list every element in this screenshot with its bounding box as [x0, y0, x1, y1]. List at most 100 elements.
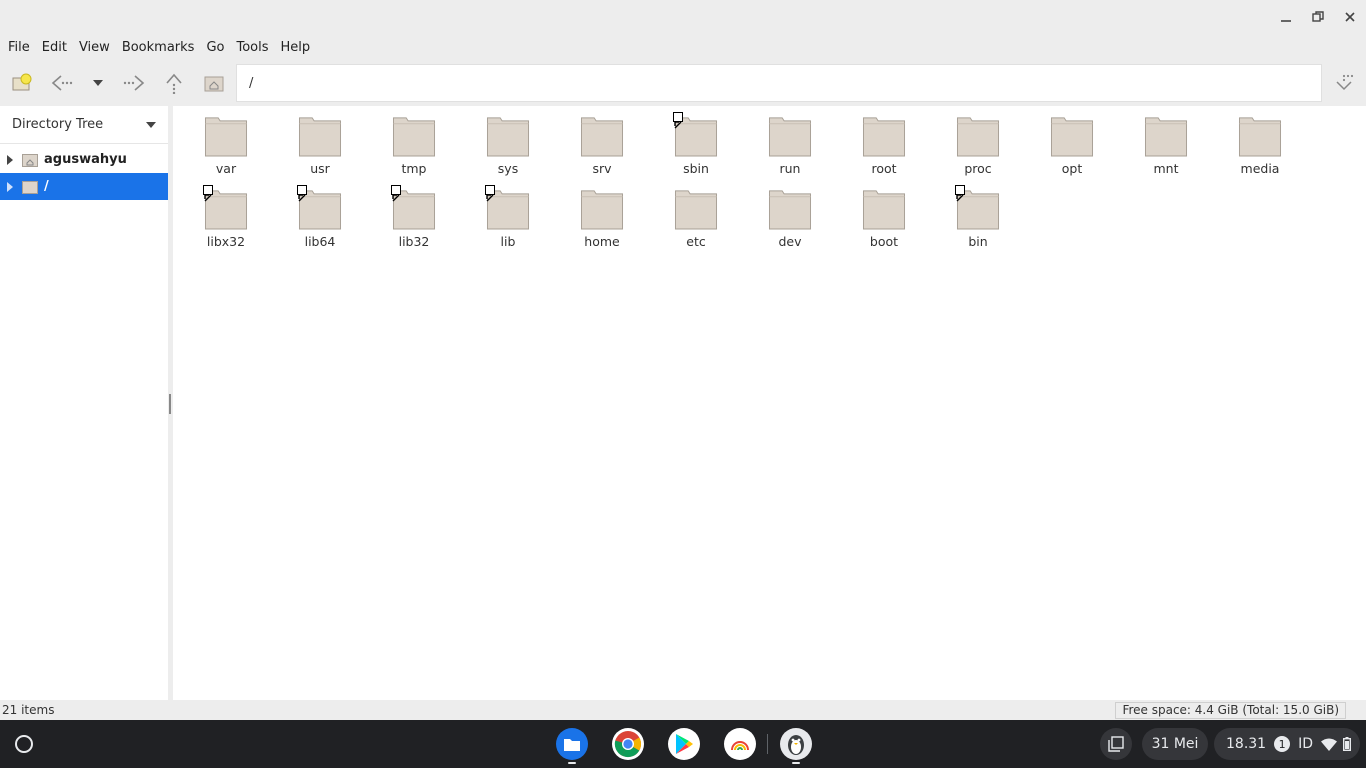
folder-item[interactable]: home [555, 179, 649, 249]
launcher-circle-icon [15, 735, 33, 753]
back-button[interactable] [47, 69, 75, 97]
up-button[interactable] [160, 69, 188, 97]
running-indicator [568, 762, 576, 764]
symlink-badge-icon [391, 185, 401, 202]
minimize-icon [1281, 20, 1291, 22]
menu-file[interactable]: File [2, 40, 36, 55]
folder-item[interactable]: dev [743, 179, 837, 249]
sidebar: Directory Tree aguswahyu / [0, 106, 168, 700]
folder-item[interactable]: media [1213, 106, 1307, 176]
menu-bookmarks[interactable]: Bookmarks [116, 40, 201, 55]
forward-arrow-icon [123, 75, 145, 91]
folder-item[interactable]: bin [931, 179, 1025, 249]
folder-item[interactable]: run [743, 106, 837, 176]
penguin-icon [788, 735, 804, 755]
shelf: 31 Mei 18.31 1 ID [0, 720, 1366, 768]
folder-icon [1144, 117, 1188, 157]
folder-icon [1238, 117, 1282, 157]
path-input[interactable]: / [236, 64, 1322, 102]
folder-name: lib [500, 234, 516, 249]
menu-edit[interactable]: Edit [36, 40, 73, 55]
sidebar-mode-selector[interactable]: Directory Tree [0, 106, 168, 144]
folder-item[interactable]: proc [931, 106, 1025, 176]
files-app[interactable] [556, 728, 588, 764]
folder-name: proc [964, 161, 992, 176]
free-space: Free space: 4.4 GiB (Total: 15.0 GiB) [1115, 702, 1346, 719]
expand-arrow-icon[interactable] [4, 154, 16, 166]
home-folder-icon [204, 76, 224, 92]
menu-tools[interactable]: Tools [230, 40, 274, 55]
holding-space-button[interactable] [1100, 728, 1132, 760]
input-method: ID [1298, 736, 1314, 752]
folder-name: tmp [401, 161, 427, 176]
minimize-button[interactable] [1274, 6, 1298, 28]
play-store-app[interactable] [668, 728, 700, 760]
launcher-button[interactable] [10, 730, 38, 758]
gallery-app[interactable] [724, 728, 756, 760]
symlink-badge-icon [297, 185, 307, 202]
folder-name: root [871, 161, 897, 176]
folder-item[interactable]: usr [273, 106, 367, 176]
folder-item[interactable]: etc [649, 179, 743, 249]
menu-go[interactable]: Go [200, 40, 230, 55]
folder-item[interactable]: sys [461, 106, 555, 176]
path-text: / [249, 75, 254, 91]
chevron-down-icon [93, 80, 103, 86]
folder-icon [22, 180, 38, 194]
folder-icon [674, 190, 718, 230]
status-tray[interactable]: 18.31 1 ID [1214, 728, 1360, 760]
expand-arrow-icon[interactable] [4, 181, 16, 193]
tree-item-label: / [44, 179, 49, 194]
symlink-badge-icon [673, 112, 683, 129]
forward-button[interactable] [120, 69, 148, 97]
time-text: 18.31 [1226, 736, 1267, 752]
folder-item[interactable]: lib64 [273, 179, 367, 249]
folder-item[interactable]: boot [837, 179, 931, 249]
home-button[interactable] [200, 69, 228, 97]
folder-item[interactable]: var [179, 106, 273, 176]
folder-item[interactable]: opt [1025, 106, 1119, 176]
folder-name: run [779, 161, 801, 176]
tree-item-home[interactable]: aguswahyu [0, 146, 168, 173]
folder-name: home [584, 234, 620, 249]
date-tray[interactable]: 31 Mei [1142, 728, 1208, 760]
folder-icon [956, 117, 1000, 157]
play-store-icon [676, 734, 693, 754]
tree-item-root[interactable]: / [0, 173, 168, 200]
new-window-button[interactable] [8, 69, 36, 97]
folder-item[interactable]: srv [555, 106, 649, 176]
folder-item[interactable]: root [837, 106, 931, 176]
history-dropdown-button[interactable] [84, 69, 112, 97]
folder-name: sbin [683, 161, 709, 176]
folder-icon [580, 190, 624, 230]
folder-name: opt [1061, 161, 1083, 176]
folder-name: bin [968, 234, 988, 249]
files-app-icon [564, 739, 580, 751]
sidebar-title: Directory Tree [12, 117, 104, 132]
menu-bar: File Edit View Bookmarks Go Tools Help [0, 34, 1366, 60]
folder-item[interactable]: tmp [367, 106, 461, 176]
folder-item[interactable]: lib32 [367, 179, 461, 249]
folder-item[interactable]: sbin [649, 106, 743, 176]
go-button[interactable] [1330, 69, 1358, 97]
wifi-icon [1321, 738, 1338, 751]
folder-item[interactable]: mnt [1119, 106, 1213, 176]
splitter-grip[interactable] [169, 394, 171, 414]
folder-item[interactable]: lib [461, 179, 555, 249]
menu-view[interactable]: View [73, 40, 116, 55]
chrome-icon [614, 731, 642, 758]
folder-name: boot [869, 234, 899, 249]
title-bar [0, 0, 1366, 34]
folder-icon [862, 117, 906, 157]
terminal-app[interactable] [780, 728, 812, 764]
close-button[interactable] [1338, 6, 1362, 28]
item-count: 21 items [2, 703, 55, 717]
close-icon [1345, 12, 1355, 22]
folder-item[interactable]: libx32 [179, 179, 273, 249]
menu-help[interactable]: Help [275, 40, 317, 55]
maximize-button[interactable] [1306, 6, 1330, 28]
chrome-app[interactable] [612, 728, 644, 760]
folder-icon [580, 117, 624, 157]
shelf-divider [767, 734, 768, 754]
home-folder-icon [22, 153, 38, 167]
